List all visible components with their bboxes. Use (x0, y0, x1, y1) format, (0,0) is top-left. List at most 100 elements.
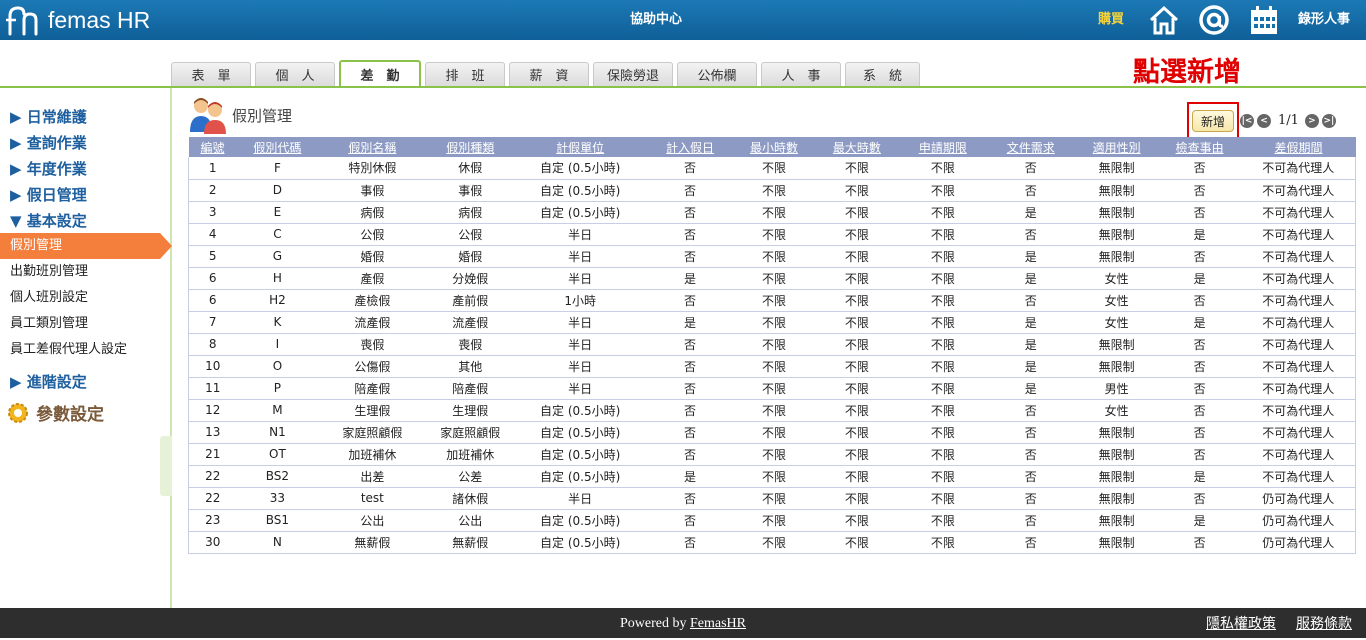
cell-name[interactable]: 出差 (318, 465, 427, 488)
next-page-icon[interactable]: > (1304, 113, 1319, 128)
cell-deputy: 不可為代理人 (1241, 465, 1356, 488)
buy-link[interactable]: 購買 (1098, 0, 1124, 40)
tab-scheduling[interactable]: 排 班 (425, 62, 505, 86)
table-row[interactable]: 12 M 生理假 生理假 自定 (0.5小時) 否不限 不限 不限否女性否不可為代理人 (188, 399, 1356, 422)
sidebar-group-basic[interactable]: ▼ 基本設定 (10, 210, 87, 231)
sidebar-item-deputy-settings[interactable]: 員工差假代理人設定 (0, 337, 170, 363)
col-header-unit[interactable]: 計假單位 (514, 137, 647, 157)
cell-name[interactable]: 陪產假 (318, 377, 427, 400)
cell-kind: 公出 (426, 509, 515, 532)
cell-name[interactable]: 公傷假 (318, 355, 427, 378)
table-row[interactable]: 5 G 婚假 婚假 半日否不限 不限 不限是無限制否不可為代理人 (188, 245, 1356, 268)
col-header-deputy[interactable]: 差假期間 (1241, 137, 1356, 157)
cell-name[interactable]: test (318, 487, 427, 510)
table-row[interactable]: 23 BS1 公出 公出 自定 (0.5小時) 否不限 不限 不限否無限制是仍可為代理人 (188, 509, 1356, 532)
table-row[interactable]: 2 D 事假 事假 自定 (0.5小時) 否不限 不限 不限否無限制否不可為代理人 (188, 179, 1356, 202)
sidebar-group-daily[interactable]: ▶ 日常維護 (10, 106, 87, 127)
sidebar-param-settings[interactable]: 參數設定 (6, 400, 104, 425)
table-row[interactable]: 10 O 公傷假 其他 半日否不限 不限 不限是無限制否不可為代理人 (188, 355, 1356, 378)
tab-system[interactable]: 系 統 (845, 62, 920, 86)
sidebar: ▶ 日常維護 ▶ 查詢作業 ▶ 年度作業 ▶ 假日管理 ▼ 基本設定 假別管理 … (0, 88, 172, 608)
tab-attendance[interactable]: 差 勤 (339, 60, 421, 88)
cell-name[interactable]: 病假 (318, 201, 427, 224)
tab-bulletin[interactable]: 公佈欄 (677, 62, 757, 86)
table-row[interactable]: 30 N 無薪假 無薪假 自定 (0.5小時) 否不限 不限 不限否無限制否仍可為代理人 (188, 531, 1356, 554)
cell-name[interactable]: 公假 (318, 223, 427, 246)
sidebar-group-query[interactable]: ▶ 查詢作業 (10, 132, 87, 153)
cell-gender: 無限制 (1075, 465, 1158, 488)
cell-max-hours: 不限 (813, 465, 900, 488)
cell-name[interactable]: 婚假 (318, 245, 427, 268)
sidebar-item-shift-types[interactable]: 出勤班別管理 (0, 259, 170, 285)
cell-kind: 分娩假 (426, 267, 515, 290)
cell-name[interactable]: 無薪假 (318, 531, 427, 554)
cell-name[interactable]: 生理假 (318, 399, 427, 422)
sidebar-group-advanced[interactable]: ▶ 進階設定 (10, 371, 87, 392)
table-body: 1 F 特別休假 休假 自定 (0.5小時) 否不限 不限 不限否無限制否不可為代理人 2 D 事假… (188, 157, 1356, 554)
table-row[interactable]: 13 N1 家庭照顧假 家庭照顧假 自定 (0.5小時) 否不限 不限 不限否無限制否不可為代… (188, 421, 1356, 444)
table-row[interactable]: 3 E 病假 病假 自定 (0.5小時) 否不限 不限 不限是無限制否不可為代理人 (188, 201, 1356, 224)
col-header-check-reason[interactable]: 檢查事由 (1157, 137, 1242, 157)
home-icon[interactable] (1148, 4, 1180, 36)
cell-name[interactable]: 喪假 (318, 333, 427, 356)
cell-name[interactable]: 家庭照顧假 (318, 421, 427, 444)
last-page-icon[interactable]: >| (1321, 113, 1336, 128)
tab-insurance[interactable]: 保險勞退 (593, 62, 673, 86)
sidebar-item-employee-category[interactable]: 員工類別管理 (0, 311, 170, 337)
cell-name[interactable]: 產檢假 (318, 289, 427, 312)
cell-name[interactable]: 特別休假 (318, 157, 427, 180)
table-row[interactable]: 22 BS2 出差 公差 自定 (0.5小時) 是不限 不限 不限否無限制是不可為代理人 (188, 465, 1356, 488)
help-center-link[interactable]: 協助中心 (620, 0, 692, 40)
cell-gender: 無限制 (1075, 179, 1158, 202)
prev-page-icon[interactable]: < (1257, 113, 1271, 128)
col-header-deadline[interactable]: 申請期限 (899, 137, 986, 157)
tab-hr[interactable]: 人 事 (761, 62, 841, 86)
sidebar-item-personal-shift[interactable]: 個人班別設定 (0, 285, 170, 311)
sidebar-group-annual[interactable]: ▶ 年度作業 (10, 158, 87, 179)
tab-personal[interactable]: 個 人 (255, 62, 335, 86)
sidebar-collapse-handle[interactable] (160, 436, 172, 496)
table-row[interactable]: 8 I 喪假 喪假 半日否不限 不限 不限是無限制否不可為代理人 (188, 333, 1356, 356)
col-header-id[interactable]: 編號 (188, 137, 237, 157)
col-header-name[interactable]: 假別名稱 (318, 137, 427, 157)
calendar-icon[interactable] (1248, 4, 1280, 36)
col-header-documents[interactable]: 文件需求 (985, 137, 1076, 157)
table-row[interactable]: 4 C 公假 公假 半日否不限 不限 不限否無限制是不可為代理人 (188, 223, 1356, 246)
col-header-min-hours[interactable]: 最小時數 (734, 137, 814, 157)
sidebar-group-holiday[interactable]: ▶ 假日管理 (10, 184, 87, 205)
femas-logo[interactable]: femas HR (6, 2, 150, 38)
sidebar-item-leave-types[interactable]: 假別管理 (0, 233, 172, 259)
cell-name[interactable]: 加班補休 (318, 443, 427, 466)
cell-max-hours: 不限 (813, 179, 900, 202)
table-row[interactable]: 11 P 陪產假 陪產假 半日否不限 不限 不限是男性否不可為代理人 (188, 377, 1356, 400)
user-name[interactable]: 錄形人事 (1298, 0, 1350, 40)
table-row[interactable]: 21 OT 加班補休 加班補休 自定 (0.5小時) 否不限 不限 不限否無限制否不可為代理人 (188, 443, 1356, 466)
cell-kind: 婚假 (426, 245, 515, 268)
tab-payroll[interactable]: 薪 資 (509, 62, 589, 86)
cell-max-hours: 不限 (813, 333, 900, 356)
cell-name[interactable]: 公出 (318, 509, 427, 532)
col-header-kind[interactable]: 假別種類 (426, 137, 515, 157)
first-page-icon[interactable]: |< (1240, 113, 1254, 128)
tab-forms[interactable]: 表 單 (171, 62, 251, 86)
cell-max-hours: 不限 (813, 223, 900, 246)
table-row[interactable]: 6 H 產假 分娩假 半日是不限 不限 不限是女性是不可為代理人 (188, 267, 1356, 290)
table-row[interactable]: 7 K 流產假 流產假 半日是不限 不限 不限是女性是不可為代理人 (188, 311, 1356, 334)
col-header-max-hours[interactable]: 最大時數 (813, 137, 900, 157)
table-row[interactable]: 22 33 test 諸休假 半日否不限 不限 不限否無限制否仍可為代理人 (188, 487, 1356, 510)
terms-of-service-link[interactable]: 服務條款 (1296, 608, 1352, 640)
col-header-holiday[interactable]: 計入假日 (646, 137, 735, 157)
privacy-policy-link[interactable]: 隱私權政策 (1206, 608, 1276, 640)
col-header-code[interactable]: 假別代碼 (236, 137, 319, 157)
cell-name[interactable]: 流產假 (318, 311, 427, 334)
femashr-link[interactable]: FemasHR (690, 616, 746, 631)
cell-id: 6 (188, 267, 237, 290)
mail-at-icon[interactable] (1198, 4, 1230, 36)
cell-max-hours: 不限 (813, 157, 900, 180)
table-row[interactable]: 1 F 特別休假 休假 自定 (0.5小時) 否不限 不限 不限否無限制否不可為代理人 (188, 157, 1356, 180)
cell-name[interactable]: 事假 (318, 179, 427, 202)
add-button[interactable]: 新增 (1192, 110, 1234, 132)
table-row[interactable]: 6 H2 產檢假 產前假 1小時否不限 不限 不限否女性否不可為代理人 (188, 289, 1356, 312)
cell-name[interactable]: 產假 (318, 267, 427, 290)
col-header-gender[interactable]: 適用性別 (1075, 137, 1158, 157)
